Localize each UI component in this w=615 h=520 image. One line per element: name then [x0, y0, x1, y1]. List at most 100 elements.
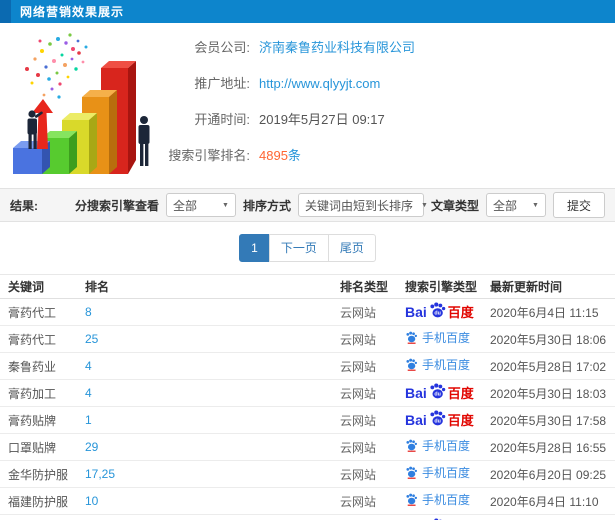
svg-text:du: du — [434, 311, 441, 317]
update-time-cell: 2020年6月4日 11:15 — [490, 298, 615, 326]
article-type-selected-value: 全部 — [492, 198, 517, 213]
rank-type-cell: 云网站 — [340, 352, 405, 380]
keyword-cell: 秦鲁药业 — [0, 352, 85, 380]
sort-selected-value: 关键词由短到长排序 — [304, 198, 413, 213]
open-time-label: 开通时间: — [194, 112, 250, 127]
rank-link[interactable]: 25 — [85, 332, 98, 346]
rank-link[interactable]: 29 — [85, 440, 98, 454]
header-rank: 排名 — [85, 274, 340, 299]
rank-type-cell: 云网站 — [340, 460, 405, 488]
submit-button[interactable]: 提交 — [552, 192, 605, 218]
update-time-cell: 2020年5月28日 16:55 — [490, 433, 615, 461]
summary-section: 会员公司: 济南秦鲁药业科技有限公司 推广地址: http://www.qlyy… — [0, 23, 615, 188]
pagination: 1 下一页 尾页 — [0, 222, 615, 274]
keyword-cell: 福建防护服 — [0, 487, 85, 515]
sort-label: 排序方式 — [242, 198, 291, 213]
article-type-select[interactable]: 全部 ▼ — [485, 193, 546, 217]
rank-link[interactable]: 17,25 — [85, 467, 115, 481]
engine-ranking-label: 搜索引擎排名: — [168, 148, 250, 163]
table-row: 福建防护服 10 云网站 手机百度 2020年6月4日 11:10 — [0, 487, 615, 515]
mobile-baidu-badge: 手机百度 — [405, 439, 470, 452]
bar-chart-illustration — [0, 23, 163, 188]
engine-ranking-value: 4895条 — [259, 145, 301, 164]
baidu-paw-icon: du — [430, 383, 446, 399]
ranking-suffix: 条 — [287, 148, 301, 163]
table-row: 秦鲁药业 4 云网站 手机百度 2020年5月28日 17:02 — [0, 352, 615, 380]
promo-url-link[interactable]: http://www.qlyyjt.com — [259, 76, 380, 91]
engine-view-select[interactable]: 全部 ▼ — [165, 193, 236, 217]
table-row: 膏药代工 8 云网站 Bai du 百度 2020年6月4日 11:15 — [0, 298, 615, 326]
open-time-row: 开通时间: 2019年5月27日 09:17 — [163, 109, 615, 128]
rank-link[interactable]: 10 — [85, 494, 98, 508]
baidu-paw-icon: du — [430, 302, 446, 318]
baidu-pc-logo: Baidu百度 — [405, 410, 474, 428]
update-time-cell: 2020年5月30日 18:03 — [490, 379, 615, 407]
results-label: 结果: — [10, 198, 38, 213]
rank-type-cell: 云网站 — [340, 487, 405, 515]
rank-link[interactable]: 1 — [85, 413, 92, 427]
update-time-cell: 2020年5月30日 18:06 — [490, 325, 615, 353]
mobile-baidu-paw-icon — [406, 493, 418, 506]
update-time-cell: 2020年5月30日 17:58 — [490, 406, 615, 434]
filter-controls: 分搜索引擎查看 全部 ▼ 排序方式 关键词由短到长排序 ▼ 文章类型 全部 ▼ … — [75, 192, 605, 218]
update-time-cell: 2020年5月28日 17:02 — [490, 352, 615, 380]
mobile-baidu-badge: 手机百度 — [405, 331, 470, 344]
header-rank-type: 排名类型 — [340, 274, 405, 299]
header-engine-type: 搜索引擎类型 — [405, 274, 490, 299]
svg-text:du: du — [434, 392, 441, 398]
table-row: 膏药加工 4 云网站 Bai du 百度 2020年5月30日 18:03 — [0, 379, 615, 407]
promo-url-label: 推广地址: — [194, 76, 250, 91]
header-accent-block — [0, 0, 11, 23]
keyword-cell: 口罩贴牌 — [0, 433, 85, 461]
mobile-baidu-paw-icon — [406, 439, 418, 452]
mobile-baidu-paw-icon — [406, 466, 418, 479]
mobile-baidu-paw-icon — [406, 331, 418, 344]
last-page-button[interactable]: 尾页 — [327, 234, 376, 262]
engine-ranking-row: 搜索引擎排名: 4895条 — [163, 145, 615, 164]
rank-type-cell: 云网站 — [340, 433, 405, 461]
table-row-partial: Baidu百度 — [0, 514, 615, 520]
rank-type-cell: 云网站 — [340, 298, 405, 326]
keyword-cell: 膏药加工 — [0, 379, 85, 407]
member-company-link[interactable]: 济南秦鲁药业科技有限公司 — [259, 37, 415, 56]
businessman-right — [138, 116, 150, 166]
confetti-dots — [25, 33, 88, 99]
article-type-label: 文章类型 — [430, 198, 479, 213]
growth-chart-image — [13, 33, 150, 174]
rank-link[interactable]: 8 — [85, 305, 92, 319]
engine-view-label: 分搜索引擎查看 — [74, 198, 159, 213]
next-page-button[interactable]: 下一页 — [268, 234, 329, 262]
summary-fields: 会员公司: 济南秦鲁药业科技有限公司 推广地址: http://www.qlyy… — [163, 23, 615, 188]
mobile-baidu-badge: 手机百度 — [405, 358, 470, 371]
keyword-cell: 金华防护服 — [0, 460, 85, 488]
app-header: 网络营销效果展示 — [0, 0, 615, 23]
page-1-button[interactable]: 1 — [239, 234, 270, 262]
chevron-down-icon: ▼ — [420, 201, 428, 209]
filter-bar: 结果: 分搜索引擎查看 全部 ▼ 排序方式 关键词由短到长排序 ▼ 文章类型 全… — [0, 188, 615, 222]
update-time-cell: 2020年6月20日 09:25 — [490, 460, 615, 488]
ranking-table: 关键词 排名 排名类型 搜索引擎类型 最新更新时间 膏药代工 8 云网站 Bai… — [0, 274, 615, 520]
rank-type-cell: 云网站 — [340, 406, 405, 434]
ranking-count: 4895 — [259, 148, 288, 163]
keyword-cell: 膏药代工 — [0, 325, 85, 353]
mobile-baidu-badge: 手机百度 — [405, 466, 470, 479]
rank-link[interactable]: 4 — [85, 359, 92, 373]
sort-select[interactable]: 关键词由短到长排序 ▼ — [297, 193, 428, 217]
header-keyword: 关键词 — [0, 274, 85, 299]
rank-link[interactable]: 4 — [85, 386, 92, 400]
table-row: 口罩贴牌 29 云网站 手机百度 2020年5月28日 16:55 — [0, 433, 615, 461]
table-row: 金华防护服 17,25 云网站 手机百度 2020年6月20日 09:25 — [0, 460, 615, 488]
baidu-pc-logo: Baidu百度 — [405, 383, 474, 401]
promo-url-row: 推广地址: http://www.qlyyjt.com — [163, 73, 615, 92]
member-company-label: 会员公司: — [194, 40, 250, 55]
table-header-row: 关键词 排名 排名类型 搜索引擎类型 最新更新时间 — [0, 274, 615, 299]
rank-type-cell: 云网站 — [340, 379, 405, 407]
table-row: 膏药代工 25 云网站 手机百度 2020年5月30日 18:06 — [0, 325, 615, 353]
update-time-cell: 2020年6月4日 11:10 — [490, 487, 615, 515]
mobile-baidu-badge: 手机百度 — [405, 493, 470, 506]
rank-type-cell: 云网站 — [340, 325, 405, 353]
header-updated: 最新更新时间 — [490, 274, 615, 299]
chevron-down-icon: ▼ — [222, 201, 229, 209]
svg-text:du: du — [434, 419, 441, 425]
chevron-down-icon: ▼ — [532, 201, 539, 209]
